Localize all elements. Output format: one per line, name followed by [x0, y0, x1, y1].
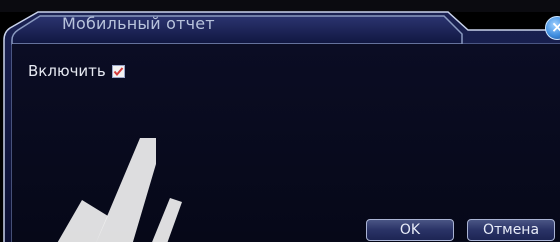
- ok-button[interactable]: OK: [366, 219, 454, 241]
- enable-row: Включить: [28, 62, 125, 80]
- checkmark-icon: [113, 66, 124, 76]
- screen: Мобильный отчет × Включить OK Отмена: [0, 0, 560, 242]
- close-icon: ×: [551, 18, 560, 36]
- cancel-button[interactable]: Отмена: [467, 219, 555, 241]
- dialog-title: Мобильный отчет: [62, 14, 215, 33]
- enable-checkbox[interactable]: [111, 64, 125, 78]
- enable-label: Включить: [28, 62, 106, 80]
- watermark-logo: [57, 138, 182, 242]
- mobile-report-dialog: Мобильный отчет × Включить OK Отмена: [0, 10, 560, 242]
